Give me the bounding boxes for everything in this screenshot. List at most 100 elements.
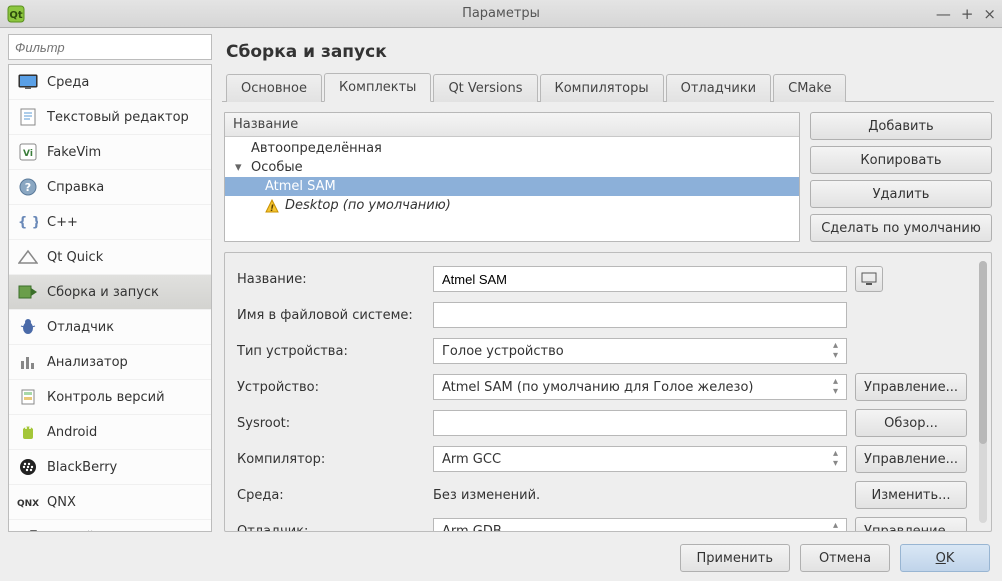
label-name: Название: <box>237 272 425 287</box>
minimize-button[interactable]: — <box>936 5 951 23</box>
cancel-button[interactable]: Отмена <box>800 544 890 572</box>
sysroot-input[interactable] <box>433 410 847 436</box>
sidebar-item-label: FakeVim <box>47 145 101 160</box>
combo-value: Голое устройство <box>442 344 564 359</box>
sidebar-item-label: Среда <box>47 75 89 90</box>
qnx-icon: QNX <box>17 491 39 513</box>
label-sysroot: Sysroot: <box>237 416 425 431</box>
close-button[interactable]: × <box>983 5 996 23</box>
window-title: Параметры <box>0 6 1002 21</box>
compiler-combo[interactable]: Arm GCC ▴▾ <box>433 446 847 472</box>
compiler-manage-button[interactable]: Управление... <box>855 445 967 473</box>
sidebar-item-fakevim[interactable]: Vi FakeVim <box>9 135 211 170</box>
tabbar: Основное Комплекты Qt Versions Компилято… <box>222 72 994 102</box>
tree-group-manual[interactable]: ▾ Особые <box>225 158 799 177</box>
label-devtype: Тип устройства: <box>237 344 425 359</box>
combo-value: Arm GCC <box>442 452 501 467</box>
sysroot-browse-button[interactable]: Обзор... <box>855 409 967 437</box>
sidebar-item-devices[interactable]: Устройства <box>9 520 211 532</box>
tree-group-label: Автоопределённая <box>251 141 382 156</box>
kits-tree: Название Автоопределённая ▾ Особые <box>224 112 800 242</box>
svg-text:!: ! <box>270 204 274 213</box>
fsname-input[interactable] <box>433 302 847 328</box>
sidebar-item-debugger[interactable]: Отладчик <box>9 310 211 345</box>
tree-group-auto[interactable]: Автоопределённая <box>225 139 799 158</box>
android-icon <box>17 421 39 443</box>
scrollbar[interactable] <box>979 261 987 523</box>
main-panel: Сборка и запуск Основное Комплекты Qt Ve… <box>222 34 994 532</box>
category-list: Среда Текстовый редактор Vi FakeVim ? Сп… <box>8 64 212 532</box>
bug-icon <box>17 316 39 338</box>
tab-pane: Название Автоопределённая ▾ Особые <box>222 102 994 532</box>
ok-button[interactable]: OK <box>900 544 990 572</box>
tab-qt-versions[interactable]: Qt Versions <box>433 74 537 102</box>
page-title: Сборка и запуск <box>222 34 994 72</box>
sidebar-item-qnx[interactable]: QNX QNX <box>9 485 211 520</box>
tab-compilers[interactable]: Компиляторы <box>540 74 664 102</box>
svg-text:{ }: { } <box>18 215 38 230</box>
sidebar-item-label: Контроль версий <box>47 390 165 405</box>
tab-kits[interactable]: Комплекты <box>324 73 432 102</box>
sidebar-item-analyzer[interactable]: Анализатор <box>9 345 211 380</box>
sidebar-item-build-run[interactable]: Сборка и запуск <box>9 275 211 310</box>
help-icon: ? <box>17 176 39 198</box>
icon-picker-button[interactable] <box>855 266 883 292</box>
app-icon: Qt <box>6 4 26 24</box>
add-button[interactable]: Добавить <box>810 112 992 140</box>
env-value: Без изменений. <box>433 488 847 503</box>
label-compiler: Компилятор: <box>237 452 425 467</box>
sidebar-item-label: BlackBerry <box>47 460 117 475</box>
sidebar-item-blackberry[interactable]: BlackBerry <box>9 450 211 485</box>
maximize-button[interactable]: + <box>961 5 974 23</box>
label-device: Устройство: <box>237 380 425 395</box>
name-input[interactable] <box>433 266 847 292</box>
apply-button[interactable]: Применить <box>680 544 790 572</box>
sidebar-item-environment[interactable]: Среда <box>9 65 211 100</box>
chevron-down-icon: ▾ <box>235 160 245 175</box>
sidebar-item-help[interactable]: ? Справка <box>9 170 211 205</box>
sidebar: Среда Текстовый редактор Vi FakeVim ? Сп… <box>8 34 212 532</box>
debugger-combo[interactable]: Arm GDB ▴▾ <box>433 518 847 531</box>
sidebar-item-android[interactable]: Android <box>9 415 211 450</box>
sidebar-item-qtquick[interactable]: Qt Quick <box>9 240 211 275</box>
chevron-updown-icon: ▴▾ <box>833 377 838 397</box>
build-run-icon <box>17 281 39 303</box>
sidebar-item-cpp[interactable]: { } C++ <box>9 205 211 240</box>
analyzer-icon <box>17 351 39 373</box>
filter-input[interactable] <box>8 34 212 60</box>
devtype-combo[interactable]: Голое устройство ▴▾ <box>433 338 847 364</box>
device-manage-button[interactable]: Управление... <box>855 373 967 401</box>
monitor-icon <box>17 71 39 93</box>
sidebar-item-vcs[interactable]: Контроль версий <box>9 380 211 415</box>
tab-cmake[interactable]: CMake <box>773 74 846 102</box>
env-change-button[interactable]: Изменить... <box>855 481 967 509</box>
kit-details: Название: Имя в файловой системе: Тип ус… <box>225 253 991 531</box>
vcs-icon <box>17 386 39 408</box>
qtquick-icon <box>17 246 39 268</box>
tree-group-label: Особые <box>251 160 303 175</box>
label-debugger: Отладчик: <box>237 524 425 532</box>
delete-button[interactable]: Удалить <box>810 180 992 208</box>
sidebar-item-label: Анализатор <box>47 355 128 370</box>
svg-text:Qt: Qt <box>9 10 23 21</box>
copy-button[interactable]: Копировать <box>810 146 992 174</box>
svg-text:Vi: Vi <box>23 149 33 159</box>
dialog-buttons: Применить Отмена OK <box>8 532 994 572</box>
tab-general[interactable]: Основное <box>226 74 322 102</box>
label-env: Среда: <box>237 488 425 503</box>
device-combo[interactable]: Atmel SAM (по умолчанию для Голое железо… <box>433 374 847 400</box>
tree-kit-label: Desktop (по умолчанию) <box>285 198 451 213</box>
dialog-body: Среда Текстовый редактор Vi FakeVim ? Сп… <box>0 28 1002 581</box>
tab-debuggers[interactable]: Отладчики <box>666 74 772 102</box>
svg-text:?: ? <box>25 181 31 194</box>
sidebar-item-label: C++ <box>47 215 78 230</box>
debugger-manage-button[interactable]: Управление... <box>855 517 967 531</box>
sidebar-item-text-editor[interactable]: Текстовый редактор <box>9 100 211 135</box>
make-default-button[interactable]: Сделать по умолчанию <box>810 214 992 242</box>
sidebar-item-label: Отладчик <box>47 320 114 335</box>
titlebar: Qt Параметры — + × <box>0 0 1002 28</box>
cpp-icon: { } <box>17 211 39 233</box>
tree-kit-desktop[interactable]: ! Desktop (по умолчанию) <box>225 196 799 215</box>
text-editor-icon <box>17 106 39 128</box>
tree-kit-atmel[interactable]: Atmel SAM <box>225 177 799 196</box>
